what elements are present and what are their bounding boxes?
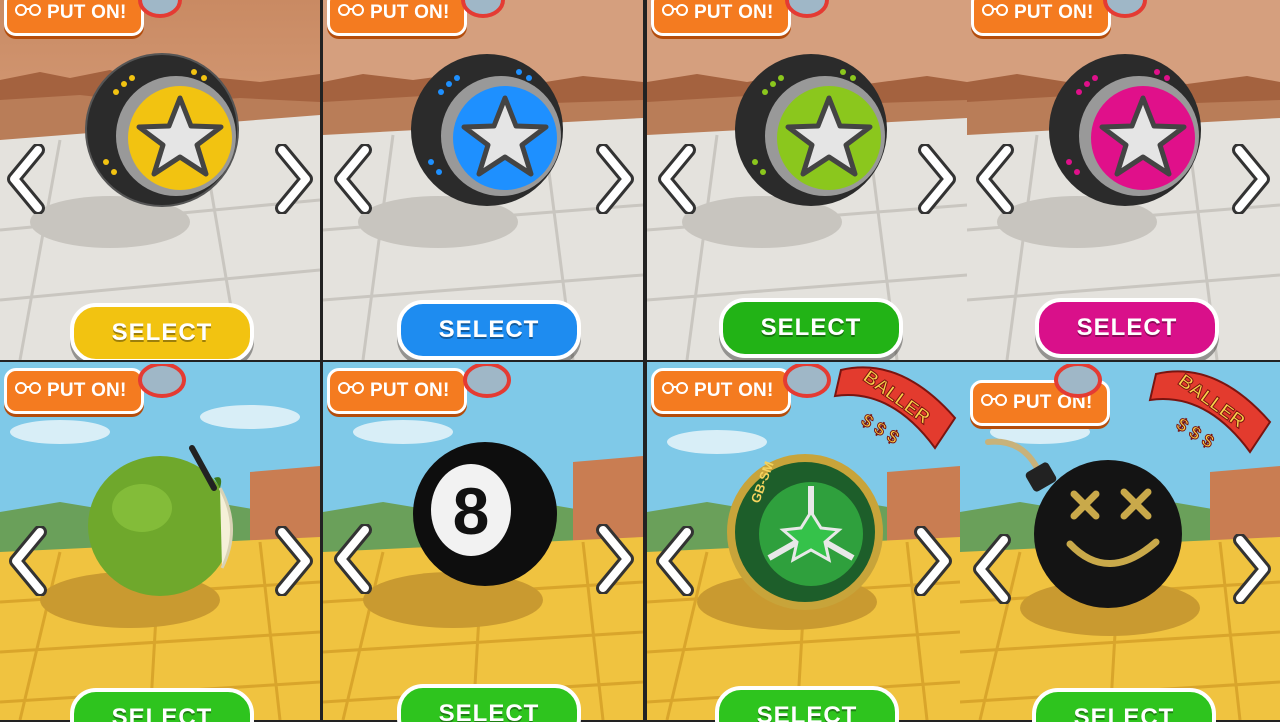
next-skin-arrow[interactable] [917, 144, 957, 214]
select-button[interactable]: SELECT [719, 298, 903, 358]
prev-skin-arrow[interactable] [333, 524, 373, 594]
glasses-icon [338, 382, 364, 394]
next-skin-arrow[interactable] [595, 144, 635, 214]
select-button[interactable]: SELECT [715, 686, 899, 722]
sunglasses-icon [138, 364, 186, 398]
glasses-icon [981, 394, 1007, 406]
skin-grid: PUT ON! SELECT PUT ON! SELECT PUT ON! SE… [0, 0, 1280, 722]
put-on-label: PUT ON! [1014, 2, 1094, 23]
baller-dollars: $ $ $ [858, 410, 903, 448]
glasses-icon [15, 4, 41, 16]
gb-sm-ball-icon: GB-SM [727, 454, 883, 610]
skin-panel-gb-sm: GB-SM BALLER $ $ $ PUT ON! SELECT [647, 362, 967, 722]
chevron-left-icon [334, 144, 372, 214]
star-ball-icon [735, 54, 887, 206]
baller-banner-icon: BALLER $ $ $ [833, 366, 957, 450]
put-on-label: PUT ON! [694, 2, 774, 23]
put-on-button[interactable]: PUT ON! [327, 0, 467, 36]
glasses-icon [662, 4, 688, 16]
skin-panel-yellow-star: PUT ON! SELECT [0, 0, 320, 360]
chevron-left-icon [658, 144, 696, 214]
put-on-label: PUT ON! [370, 2, 450, 23]
put-on-button[interactable]: PUT ON! [651, 368, 791, 414]
select-button[interactable]: SELECT [397, 300, 581, 360]
prev-skin-arrow[interactable] [6, 144, 46, 214]
prev-skin-arrow[interactable] [8, 526, 48, 596]
put-on-button[interactable]: PUT ON! [4, 0, 144, 36]
chevron-right-icon [596, 144, 634, 214]
glasses-icon [15, 382, 41, 394]
glasses-icon [662, 382, 688, 394]
chevron-right-icon [275, 526, 313, 596]
star-ball-icon [411, 54, 563, 206]
skin-panel-blue-star: PUT ON! SELECT [323, 0, 643, 360]
prev-skin-arrow[interactable] [333, 144, 373, 214]
prev-skin-arrow[interactable] [657, 144, 697, 214]
chevron-left-icon [973, 534, 1011, 604]
chevron-right-icon [1233, 534, 1271, 604]
chevron-right-icon [275, 144, 313, 214]
put-on-label: PUT ON! [47, 380, 127, 401]
chevron-left-icon [976, 144, 1014, 214]
skin-panel-bomb: BALLER $ $ $ PUT ON! SELECT [960, 362, 1280, 722]
select-button[interactable]: SELECT [397, 684, 581, 722]
skin-panel-eight-ball: 8 PUT ON! SELECT [323, 362, 643, 722]
put-on-label: PUT ON! [47, 2, 127, 23]
prev-skin-arrow[interactable] [975, 144, 1015, 214]
star-ball-icon [1049, 54, 1201, 206]
sunglasses-icon [463, 364, 511, 398]
skin-panel-apple: PUT ON! SELECT [0, 362, 320, 722]
select-button[interactable]: SELECT [1032, 688, 1216, 722]
next-skin-arrow[interactable] [1231, 144, 1271, 214]
eight-ball-number: 8 [453, 474, 490, 548]
chevron-left-icon [7, 144, 45, 214]
sunglasses-icon [138, 0, 182, 18]
apple-ball-icon [88, 445, 233, 596]
sunglasses-icon [1054, 364, 1102, 398]
chevron-right-icon [914, 526, 952, 596]
next-skin-arrow[interactable] [595, 524, 635, 594]
next-skin-arrow[interactable] [913, 526, 953, 596]
baller-banner-icon: BALLER $ $ $ [1148, 370, 1272, 454]
chevron-left-icon [334, 524, 372, 594]
glasses-icon [982, 4, 1008, 16]
sunglasses-icon [1103, 0, 1147, 18]
prev-skin-arrow[interactable] [655, 526, 695, 596]
select-button[interactable]: SELECT [70, 303, 254, 360]
chevron-right-icon [1232, 144, 1270, 214]
put-on-button[interactable]: PUT ON! [651, 0, 791, 36]
put-on-button[interactable]: PUT ON! [4, 368, 144, 414]
skin-panel-magenta-star: PUT ON! SELECT [967, 0, 1280, 360]
sunglasses-icon [461, 0, 505, 18]
put-on-button[interactable]: PUT ON! [971, 0, 1111, 36]
star-ball-icon [85, 53, 239, 207]
eight-ball-icon: 8 [413, 442, 557, 586]
sunglasses-icon [783, 364, 831, 398]
put-on-label: PUT ON! [370, 380, 450, 401]
glasses-icon [338, 4, 364, 16]
put-on-button[interactable]: PUT ON! [327, 368, 467, 414]
chevron-right-icon [918, 144, 956, 214]
put-on-label: PUT ON! [694, 380, 774, 401]
skin-panel-green-star: PUT ON! SELECT [647, 0, 967, 360]
next-skin-arrow[interactable] [274, 526, 314, 596]
chevron-right-icon [596, 524, 634, 594]
chevron-left-icon [656, 526, 694, 596]
chevron-left-icon [9, 526, 47, 596]
select-button[interactable]: SELECT [70, 688, 254, 722]
select-button[interactable]: SELECT [1035, 298, 1219, 358]
next-skin-arrow[interactable] [274, 144, 314, 214]
sunglasses-icon [785, 0, 829, 18]
baller-dollars: $ $ $ [1173, 414, 1218, 452]
prev-skin-arrow[interactable] [972, 534, 1012, 604]
next-skin-arrow[interactable] [1232, 534, 1272, 604]
